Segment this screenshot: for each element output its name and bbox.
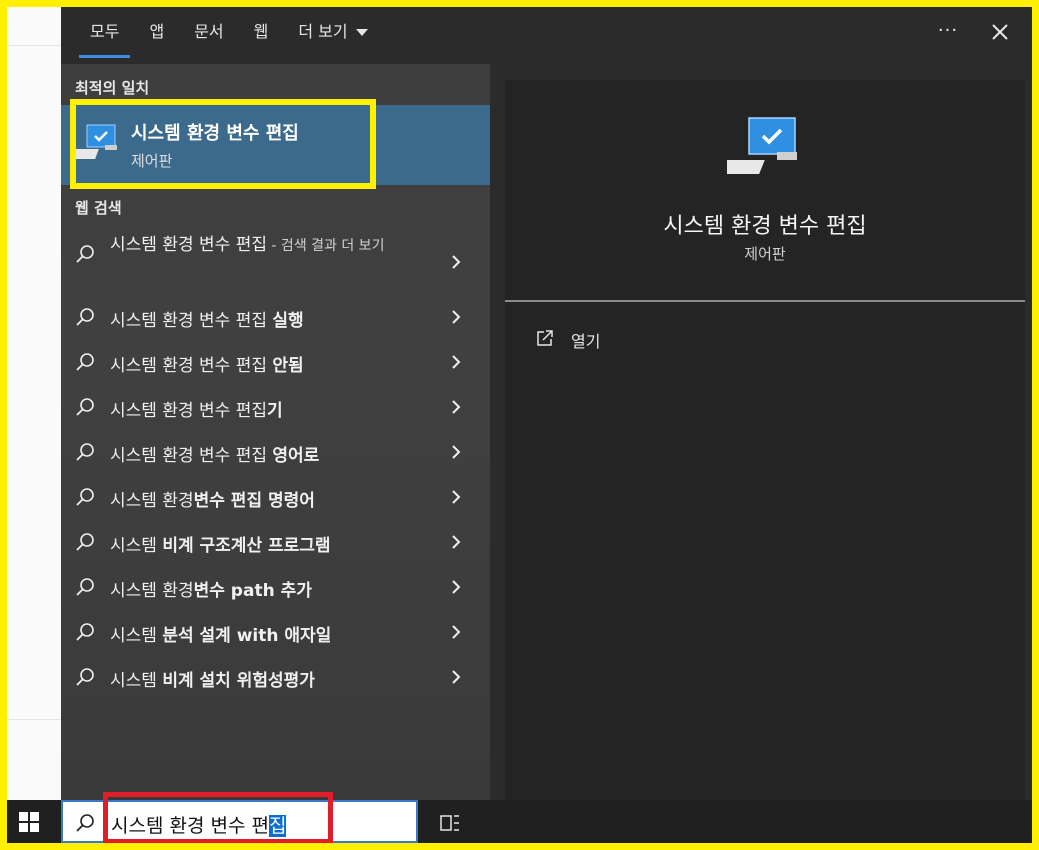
query-text: 시스템 환경 변수 편집: [110, 311, 273, 331]
web-search-item-base: 시스템 환경 변수 편집: [110, 235, 267, 255]
chevron-right-icon: [452, 625, 461, 639]
chevron-right-icon: [452, 670, 461, 684]
query-text: 시스템: [110, 626, 163, 646]
web-search-item-label: 시스템 환경변수 path 추가: [110, 576, 312, 601]
tab-more[interactable]: 더 보기: [283, 7, 382, 64]
task-view-icon[interactable]: [439, 812, 461, 834]
tab-web-label: 웹: [253, 22, 269, 41]
web-search-item-label: 시스템 환경 변수 편집 실행: [110, 306, 304, 331]
search-query-typed: 시스템 환경 변수 편: [111, 815, 269, 837]
search-icon: [76, 245, 94, 263]
query-text: 시스템 환경 변수 편집: [110, 401, 267, 421]
search-icon: [76, 668, 94, 686]
tab-all-label: 모두: [90, 22, 120, 41]
web-search-item[interactable]: 시스템 환경 변수 편집 실행: [61, 295, 490, 340]
filter-tabs: 모두 앱 문서 웹 더 보기: [75, 7, 383, 64]
tab-apps-label: 앱: [149, 22, 165, 41]
query-completion: 영어로: [272, 446, 320, 466]
chevron-right-icon: [452, 445, 461, 459]
chevron-right-icon: [452, 490, 461, 504]
search-icon: [76, 533, 94, 551]
query-completion: 기: [266, 401, 283, 421]
web-search-item-label: 시스템 환경 변수 편집기: [110, 396, 283, 421]
search-icon: [76, 578, 94, 596]
query-completion: 안됨: [272, 356, 304, 376]
search-query-selected: 집: [268, 815, 287, 837]
tab-documents-label: 문서: [194, 22, 224, 41]
query-completion: 비계 설치 위험성평가: [162, 671, 315, 691]
search-icon: [76, 353, 94, 371]
detail-title: 시스템 환경 변수 편집: [663, 214, 867, 239]
web-search-item[interactable]: 시스템 환경 변수 편집기: [61, 385, 490, 430]
chevron-right-icon: [452, 355, 461, 369]
web-search-heading: 웹 검색: [75, 199, 122, 217]
detail-divider: [505, 300, 1025, 302]
tab-all[interactable]: 모두: [75, 7, 134, 64]
web-search-item-label: 시스템 비계 구조계산 프로그램: [110, 531, 331, 556]
search-input[interactable]: 시스템 환경 변수 편집: [61, 792, 418, 844]
background-window: [7, 7, 61, 800]
chevron-right-icon: [452, 310, 461, 324]
web-search-item-label: 시스템 환경 변수 편집 영어로: [110, 441, 319, 466]
best-match-highlight: [70, 99, 376, 189]
open-external-icon: [537, 330, 553, 346]
query-completion: 분석 설계 with 애자일: [162, 626, 332, 646]
query-completion: 비계 구조계산 프로그램: [162, 536, 331, 556]
web-search-item[interactable]: 시스템 환경변수 편집 명령어: [61, 475, 490, 520]
web-search-item-label: 시스템 분석 설계 with 애자일: [110, 621, 331, 646]
web-search-item[interactable]: 시스템 비계 설치 위험성평가: [61, 655, 490, 700]
windows-start-icon[interactable]: [19, 812, 39, 832]
best-match-heading: 최적의 일치: [75, 79, 150, 97]
search-icon: [76, 488, 94, 506]
more-options-label: ···: [937, 20, 959, 41]
web-search-item[interactable]: 시스템 비계 구조계산 프로그램: [61, 520, 490, 565]
start-search-menu: 모두 앱 문서 웹 더 보기 ··· 최적의 일치 시스템 환경 변수 편집 제…: [61, 7, 1032, 800]
query-completion: 실행: [272, 311, 304, 331]
search-icon: [76, 623, 94, 641]
chevron-right-icon: [452, 400, 461, 414]
more-options-button[interactable]: ···: [933, 17, 963, 47]
background-divider: [7, 45, 61, 46]
web-search-item-label: 시스템 환경 변수 편집 - 검색 결과 더 보기: [110, 232, 440, 259]
search-icon: [76, 308, 94, 326]
search-icon: [76, 443, 94, 461]
web-search-item[interactable]: 시스템 환경 변수 편집 영어로: [61, 430, 490, 475]
background-divider: [7, 719, 61, 720]
query-completion: 변수 편집 명령어: [193, 491, 315, 511]
search-icon: [76, 398, 94, 416]
web-search-item[interactable]: 시스템 환경 변수 편집 - 검색 결과 더 보기: [61, 232, 490, 294]
tab-documents[interactable]: 문서: [179, 7, 238, 64]
query-text: 시스템 환경 변수 편집: [110, 446, 273, 466]
query-text: 시스템: [110, 536, 163, 556]
tab-apps[interactable]: 앱: [134, 7, 179, 64]
open-action-label: 열기: [571, 332, 601, 351]
taskbar: 시스템 환경 변수 편집: [7, 792, 1032, 844]
detail-subtitle: 제어판: [744, 245, 786, 263]
close-button[interactable]: [985, 17, 1015, 47]
web-search-item-suffix: - 검색 결과 더 보기: [266, 238, 385, 254]
web-search-item[interactable]: 시스템 분석 설계 with 애자일: [61, 610, 490, 655]
tab-web[interactable]: 웹: [239, 7, 284, 64]
web-search-item[interactable]: 시스템 환경 변수 편집 안됨: [61, 340, 490, 385]
chevron-down-icon: [355, 29, 368, 36]
query-completion: 변수 path 추가: [193, 581, 312, 601]
search-query: 시스템 환경 변수 편집: [111, 811, 287, 838]
detail-panel: 시스템 환경 변수 편집 제어판 열기: [505, 80, 1025, 800]
chevron-right-icon: [452, 580, 461, 594]
query-text: 시스템 환경 변수 편집: [110, 356, 273, 376]
chevron-right-icon: [452, 255, 461, 269]
query-text: 시스템 환경: [110, 581, 194, 601]
web-search-item-label: 시스템 환경 변수 편집 안됨: [110, 351, 304, 376]
search-icon: [76, 814, 94, 832]
query-text: 시스템 환경: [110, 491, 194, 511]
close-icon: [992, 24, 1008, 40]
web-search-item[interactable]: 시스템 환경변수 path 추가: [61, 565, 490, 610]
tab-more-label: 더 보기: [298, 22, 348, 41]
computer-settings-icon: [727, 117, 797, 174]
web-search-item-label: 시스템 환경변수 편집 명령어: [110, 486, 315, 511]
query-text: 시스템: [110, 671, 163, 691]
chevron-right-icon: [452, 535, 461, 549]
web-search-item-label: 시스템 비계 설치 위험성평가: [110, 666, 315, 691]
